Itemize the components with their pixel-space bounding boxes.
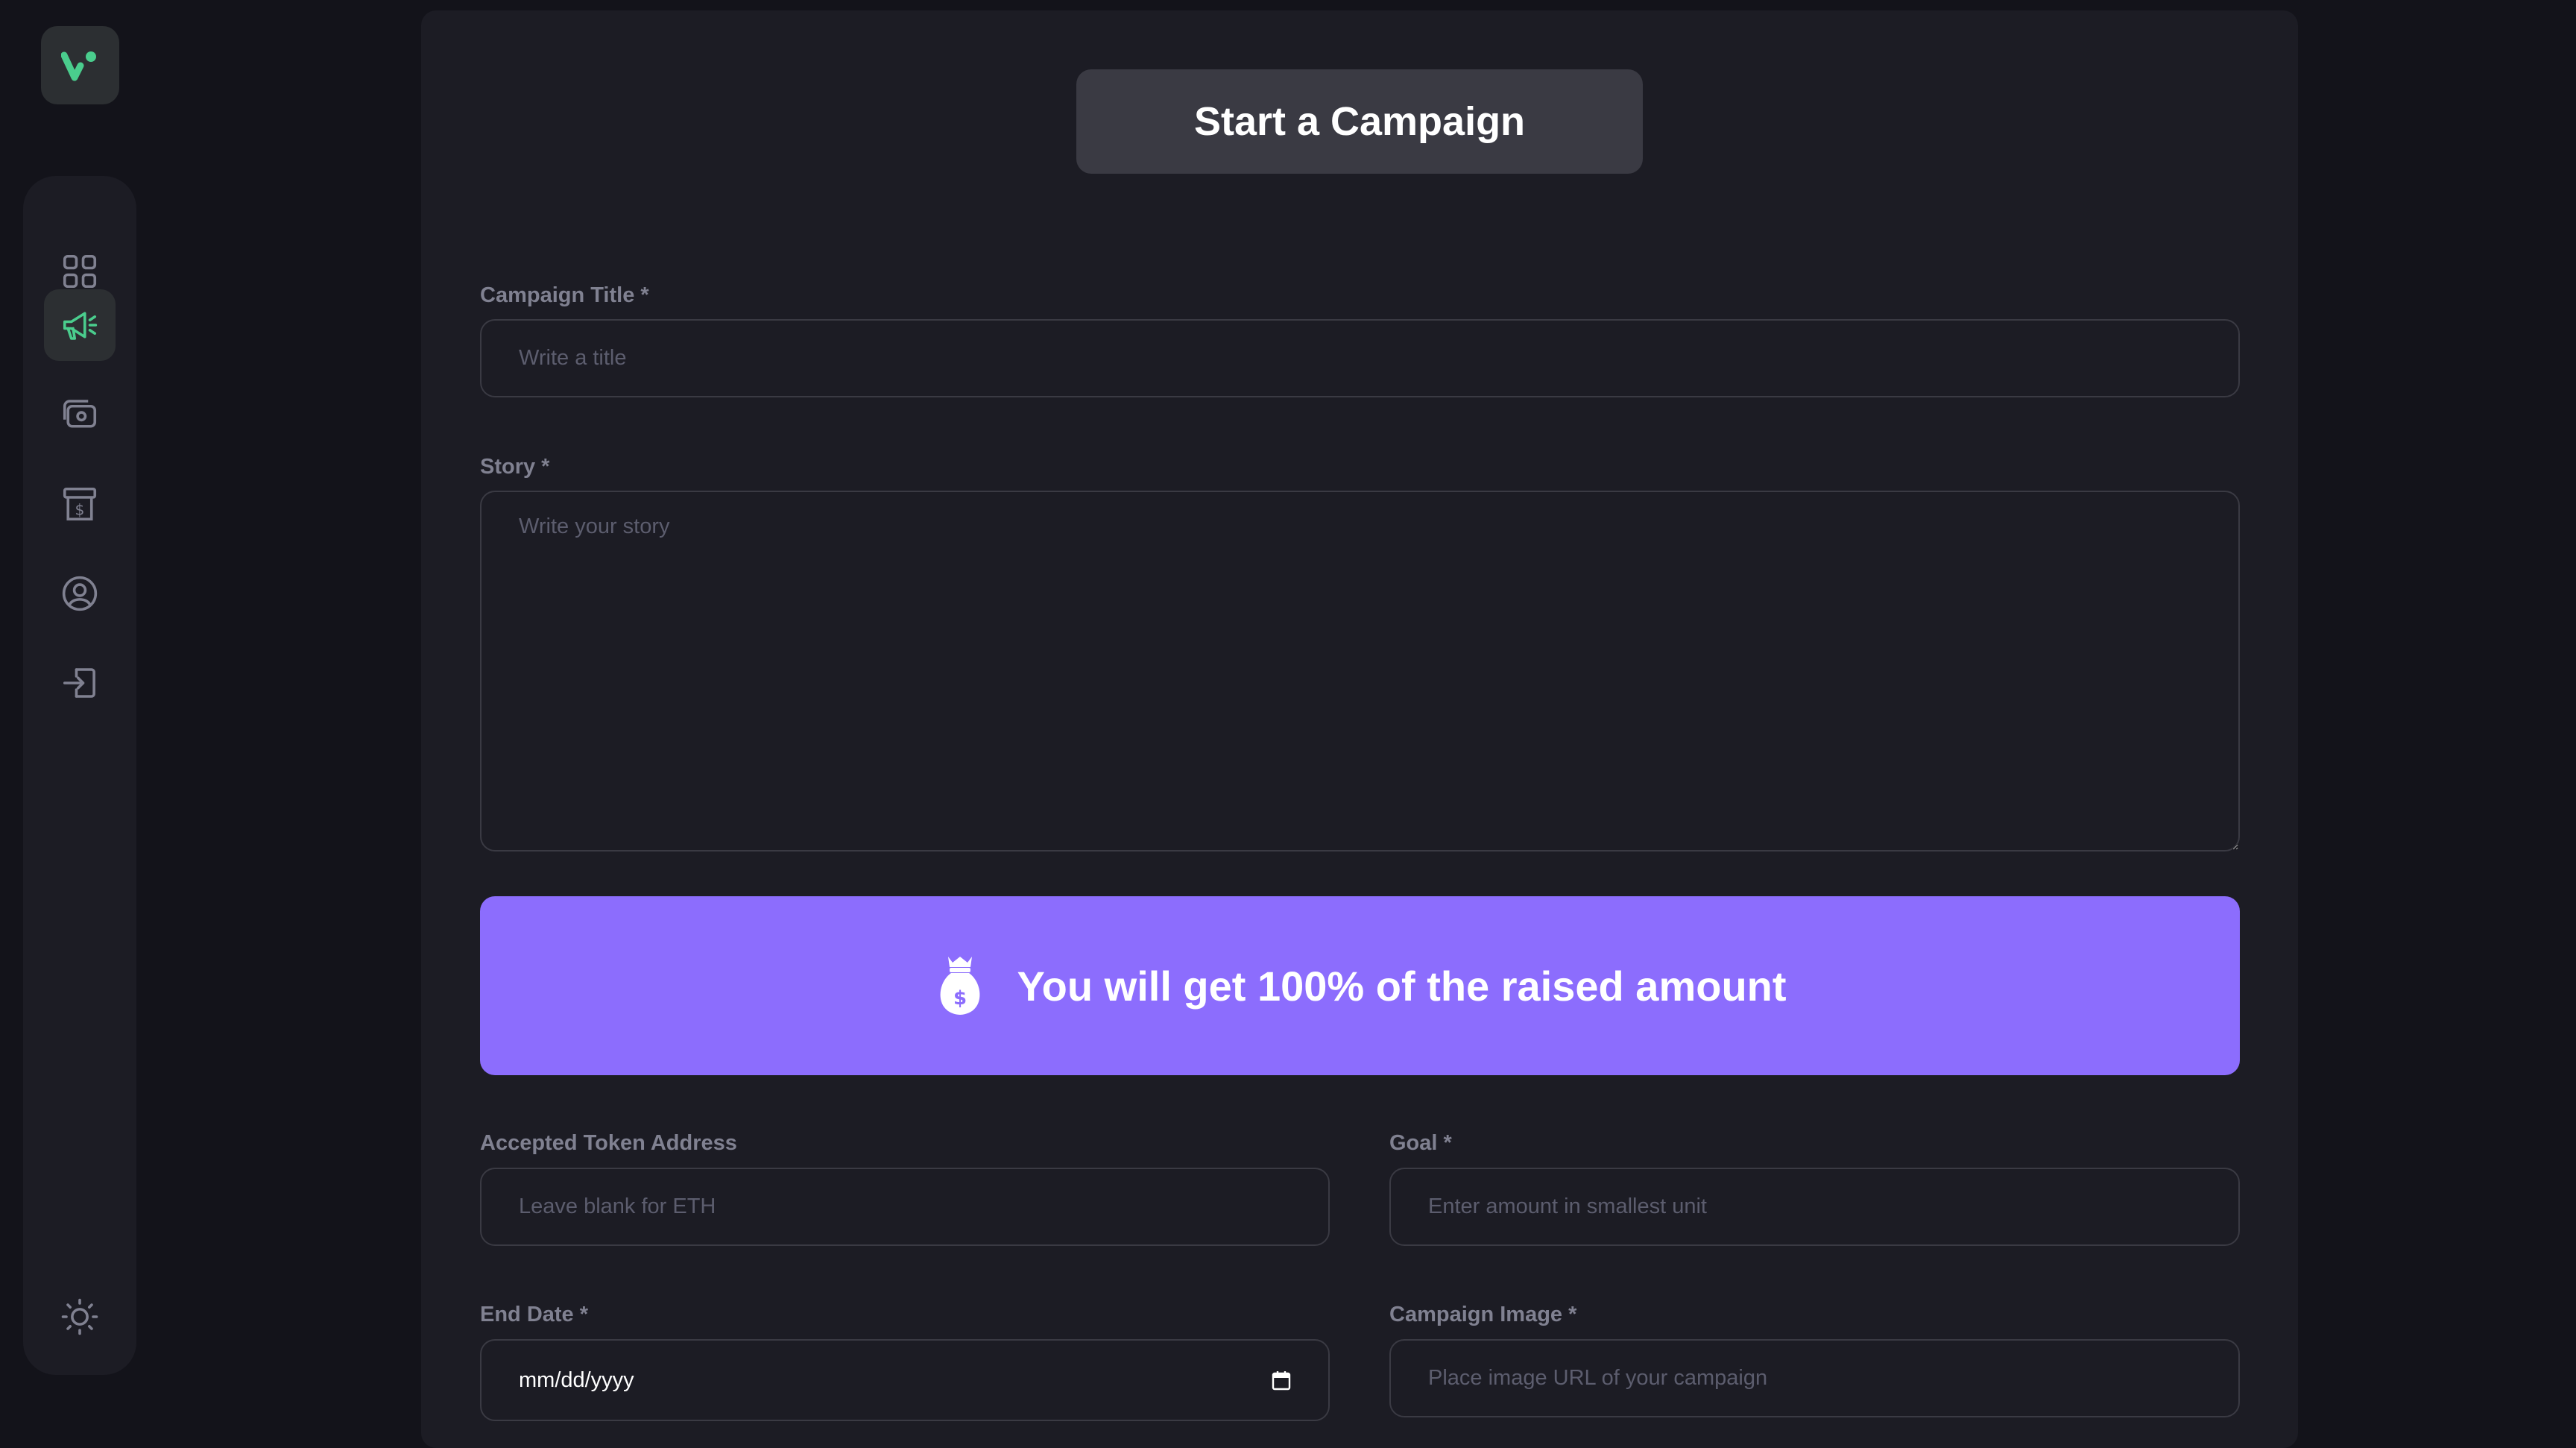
logo-button[interactable] bbox=[41, 26, 119, 104]
end-date-input[interactable]: mm/dd/yyyy bbox=[480, 1339, 1330, 1421]
svg-text:$: $ bbox=[953, 987, 967, 1010]
create-campaign-card: Start a Campaign Campaign Title * Story … bbox=[421, 10, 2298, 1448]
campaign-image-input[interactable] bbox=[1389, 1339, 2240, 1417]
page-title: Start a Campaign bbox=[1076, 69, 1643, 174]
dashboard-icon bbox=[63, 254, 97, 289]
end-date-label: End Date * bbox=[480, 1303, 589, 1326]
campaign-title-label: Campaign Title * bbox=[480, 283, 649, 307]
story-textarea[interactable] bbox=[480, 491, 2240, 852]
campaign-title-input[interactable] bbox=[480, 319, 2240, 397]
story-label: Story * bbox=[480, 455, 550, 479]
sidebar-item-payment[interactable] bbox=[44, 379, 116, 450]
token-address-label: Accepted Token Address bbox=[480, 1131, 737, 1155]
goal-label: Goal * bbox=[1389, 1131, 1452, 1155]
token-address-input[interactable] bbox=[480, 1168, 1330, 1246]
sidebar-item-campaign[interactable] bbox=[44, 289, 116, 361]
funding-banner: $ You will get 100% of the raised amount bbox=[480, 896, 2240, 1075]
sidebar-item-profile[interactable] bbox=[44, 558, 116, 629]
sidebar: $ bbox=[23, 176, 136, 1375]
profile-icon bbox=[62, 576, 98, 611]
end-date-value: mm/dd/yyyy bbox=[519, 1367, 634, 1392]
svg-text:$: $ bbox=[75, 501, 85, 519]
payment-icon bbox=[63, 400, 97, 428]
goal-input[interactable] bbox=[1389, 1168, 2240, 1246]
logout-icon bbox=[63, 668, 95, 698]
megaphone-icon bbox=[63, 312, 98, 340]
logo-icon bbox=[60, 51, 96, 81]
campaign-image-label: Campaign Image * bbox=[1389, 1303, 1577, 1326]
money-bag-icon: $ bbox=[941, 957, 980, 1015]
sun-icon bbox=[61, 1298, 98, 1335]
theme-toggle[interactable] bbox=[44, 1281, 116, 1353]
calendar-icon[interactable] bbox=[1272, 1370, 1291, 1391]
sidebar-item-logout[interactable] bbox=[44, 647, 116, 719]
sidebar-item-withdraw[interactable]: $ bbox=[44, 468, 116, 540]
banner-text: You will get 100% of the raised amount bbox=[1017, 962, 1787, 1010]
withdraw-icon: $ bbox=[63, 487, 97, 521]
app-root: $ Start a Campaign Campaign Title * Writ… bbox=[0, 0, 2576, 1448]
